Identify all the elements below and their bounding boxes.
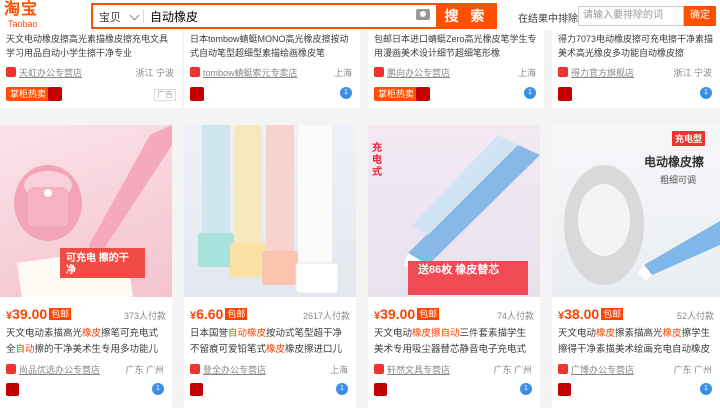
exclude-label: 在结果中排除	[518, 14, 578, 25]
wangwang-icon[interactable]: 1	[524, 87, 536, 99]
price: ¥39.00 包邮	[374, 306, 440, 322]
location: 广东 广州	[493, 365, 532, 375]
product-card[interactable]: 日本tombow蜻蜓MONO高光橡皮擦按动式自动笔型超细型素描绘画橡皮笔 tom…	[184, 30, 360, 108]
search-button[interactable]: 搜 索	[436, 3, 497, 29]
product-card[interactable]: 充电型 电动橡皮擦 粗细可调 ¥38.00 包邮 52人付款 天文电动橡皮擦素描高…	[552, 125, 720, 408]
camera-icon[interactable]	[416, 9, 430, 20]
price: ¥39.00 包邮	[6, 306, 72, 322]
location: 上海	[333, 68, 352, 78]
tmall-icon	[6, 383, 19, 396]
hot-badge: 掌柜热卖	[374, 87, 419, 101]
wangwang-icon[interactable]: 1	[520, 383, 532, 395]
product-title[interactable]: 日本tombow蜻蜓MONO高光橡皮擦按动式自动笔型超细型素描绘画橡皮笔	[190, 32, 354, 62]
shop-icon	[374, 364, 384, 374]
taobao-logo[interactable]: 淘宝 Taobao	[4, 1, 62, 31]
product-card[interactable]: 天文电动橡皮擦高光素描橡皮擦充电文具学习用品自动小学生擦干净专业 天虹办公专营店…	[0, 30, 182, 108]
product-title[interactable]: 天文电动橡皮擦高光素描橡皮擦充电文具学习用品自动小学生擦干净专业	[6, 32, 170, 62]
sales-count: 52人付款	[676, 311, 714, 321]
sales-count: 373人付款	[123, 311, 166, 321]
tmall-icon	[558, 383, 571, 396]
charge-caption: 充电式	[372, 143, 382, 178]
product-title[interactable]: 包邮日本进口蜻蜓Zero高光橡皮笔学生专用漫画美术设计细节超细笔形橡	[374, 32, 538, 62]
shop-icon	[6, 67, 16, 77]
product-title[interactable]: 天文电动素描高光橡皮擦笔可充电式全自动擦的干净美术生专用多功能儿	[6, 326, 166, 360]
wangwang-icon[interactable]: 1	[340, 87, 352, 99]
shop-icon	[558, 364, 568, 374]
product-card[interactable]: ¥6.60 包邮 2617人付款 日本国誉自动橡皮按动式笔型超干净不留痕可爱铅笔式…	[184, 125, 356, 408]
hot-badge: 掌柜热卖	[6, 87, 51, 101]
price: ¥6.60 包邮	[190, 306, 248, 322]
location: 广东 广州	[673, 365, 712, 375]
exclude-input[interactable]: 请输入要排除的词	[578, 6, 684, 26]
product-card[interactable]: 包邮日本进口蜻蜓Zero高光橡皮笔学生专用漫画美术设计细节超细笔形橡 鹏向办公专…	[368, 30, 544, 108]
header-bar: 淘宝 Taobao 宝贝 自动橡皮 搜 索 在结果中排除 请输入要排除的词 确定	[0, 0, 720, 30]
price: ¥38.00 包邮	[558, 306, 624, 322]
free-shipping-badge: 包邮	[225, 308, 248, 320]
wangwang-icon[interactable]: 1	[700, 383, 712, 395]
search-scope-select[interactable]: 宝贝	[99, 9, 121, 25]
shop-link[interactable]: 得力官方旗舰店	[558, 66, 634, 79]
shop-link[interactable]: tombow蜻蜓索元专卖店	[190, 66, 298, 79]
shop-link[interactable]: 登全办公专营店	[190, 363, 266, 376]
shop-link[interactable]: 鹏向办公专营店	[374, 66, 450, 79]
shop-icon	[6, 364, 16, 374]
eraser-sticks-image	[198, 125, 339, 294]
product-image[interactable]: 充电型 电动橡皮擦 粗细可调	[552, 125, 720, 297]
shop-icon	[558, 67, 568, 77]
scope-divider	[143, 9, 144, 23]
sales-count: 74人付款	[496, 311, 534, 321]
product-card[interactable]: 充电式 送86枚 橡皮替芯 ¥39.00 包邮 74人付款 天文电动橡皮擦自动三件…	[368, 125, 540, 408]
product-title[interactable]: 天文电动橡皮擦自动三件套素描学生美术专用吸尘器替芯静音电子充电式	[374, 326, 534, 360]
sales-count: 2617人付款	[302, 311, 350, 321]
location: 浙江 宁波	[135, 68, 174, 78]
shop-icon	[374, 67, 384, 77]
shop-link[interactable]: 尚品优选办公专营店	[6, 363, 100, 376]
chevron-down-icon[interactable]	[129, 10, 140, 21]
free-shipping-badge: 包邮	[49, 308, 72, 320]
exclude-confirm-button[interactable]: 确定	[684, 6, 716, 26]
wangwang-icon[interactable]: 1	[700, 87, 712, 99]
shop-icon	[190, 364, 200, 374]
image-caption: 电动橡皮擦	[644, 155, 705, 169]
product-image[interactable]	[184, 125, 356, 297]
product-image[interactable]: 可充电 擦的干净	[0, 125, 172, 297]
wangwang-icon[interactable]: 1	[152, 383, 164, 395]
location: 上海	[517, 68, 536, 78]
tmall-icon	[416, 87, 430, 101]
location: 上海	[329, 365, 348, 375]
product-card[interactable]: 得力7073电动橡皮擦可充电擦干净素描美术高光橡皮多功能自动橡皮擦 得力官方旗舰…	[552, 30, 720, 108]
location: 浙江 宁波	[673, 68, 712, 78]
sketch-portrait-image	[564, 165, 720, 285]
search-box: 宝贝 自动橡皮	[91, 3, 436, 29]
logo-en-text: Taobao	[8, 19, 38, 29]
shop-link[interactable]: 广博办公专营店	[558, 363, 634, 376]
logo-cn-text: 淘宝	[4, 1, 39, 18]
charge-type-tag: 充电型	[672, 131, 706, 146]
shop-icon	[190, 67, 200, 77]
shop-link[interactable]: 天虹办公专营店	[6, 66, 82, 79]
image-subcaption: 粗细可调	[660, 175, 697, 185]
search-input[interactable]: 自动橡皮	[150, 8, 198, 25]
tmall-icon	[374, 383, 387, 396]
tmall-icon	[190, 383, 203, 396]
product-image[interactable]: 充电式 送86枚 橡皮替芯	[368, 125, 540, 297]
tmall-icon	[190, 87, 204, 101]
image-caption: 送86枚 橡皮替芯	[418, 264, 500, 276]
product-card[interactable]: 可充电 擦的干净 ¥39.00 包邮 373人付款 天文电动素描高光橡皮擦笔可充电…	[0, 125, 172, 408]
product-title[interactable]: 天文电动橡皮擦素描高光橡皮擦学生擦得干净素描美术绘画充电自动橡皮创	[558, 326, 718, 360]
free-shipping-badge: 包邮	[417, 308, 440, 320]
free-shipping-badge: 包邮	[601, 308, 624, 320]
location: 广东 广州	[125, 365, 164, 375]
wangwang-icon[interactable]: 1	[336, 383, 348, 395]
product-title[interactable]: 日本国誉自动橡皮按动式笔型超干净不留痕可爱铅笔式橡皮橡皮擦进口儿童	[190, 326, 350, 360]
tmall-icon	[558, 87, 572, 101]
shop-link[interactable]: 轩然文具专营店	[374, 363, 450, 376]
ad-label: 广告	[154, 89, 176, 101]
product-title[interactable]: 得力7073电动橡皮擦可充电擦干净素描美术高光橡皮多功能自动橡皮擦	[558, 32, 720, 62]
tmall-icon	[48, 87, 62, 101]
image-caption: 可充电 擦的干净	[66, 253, 129, 276]
